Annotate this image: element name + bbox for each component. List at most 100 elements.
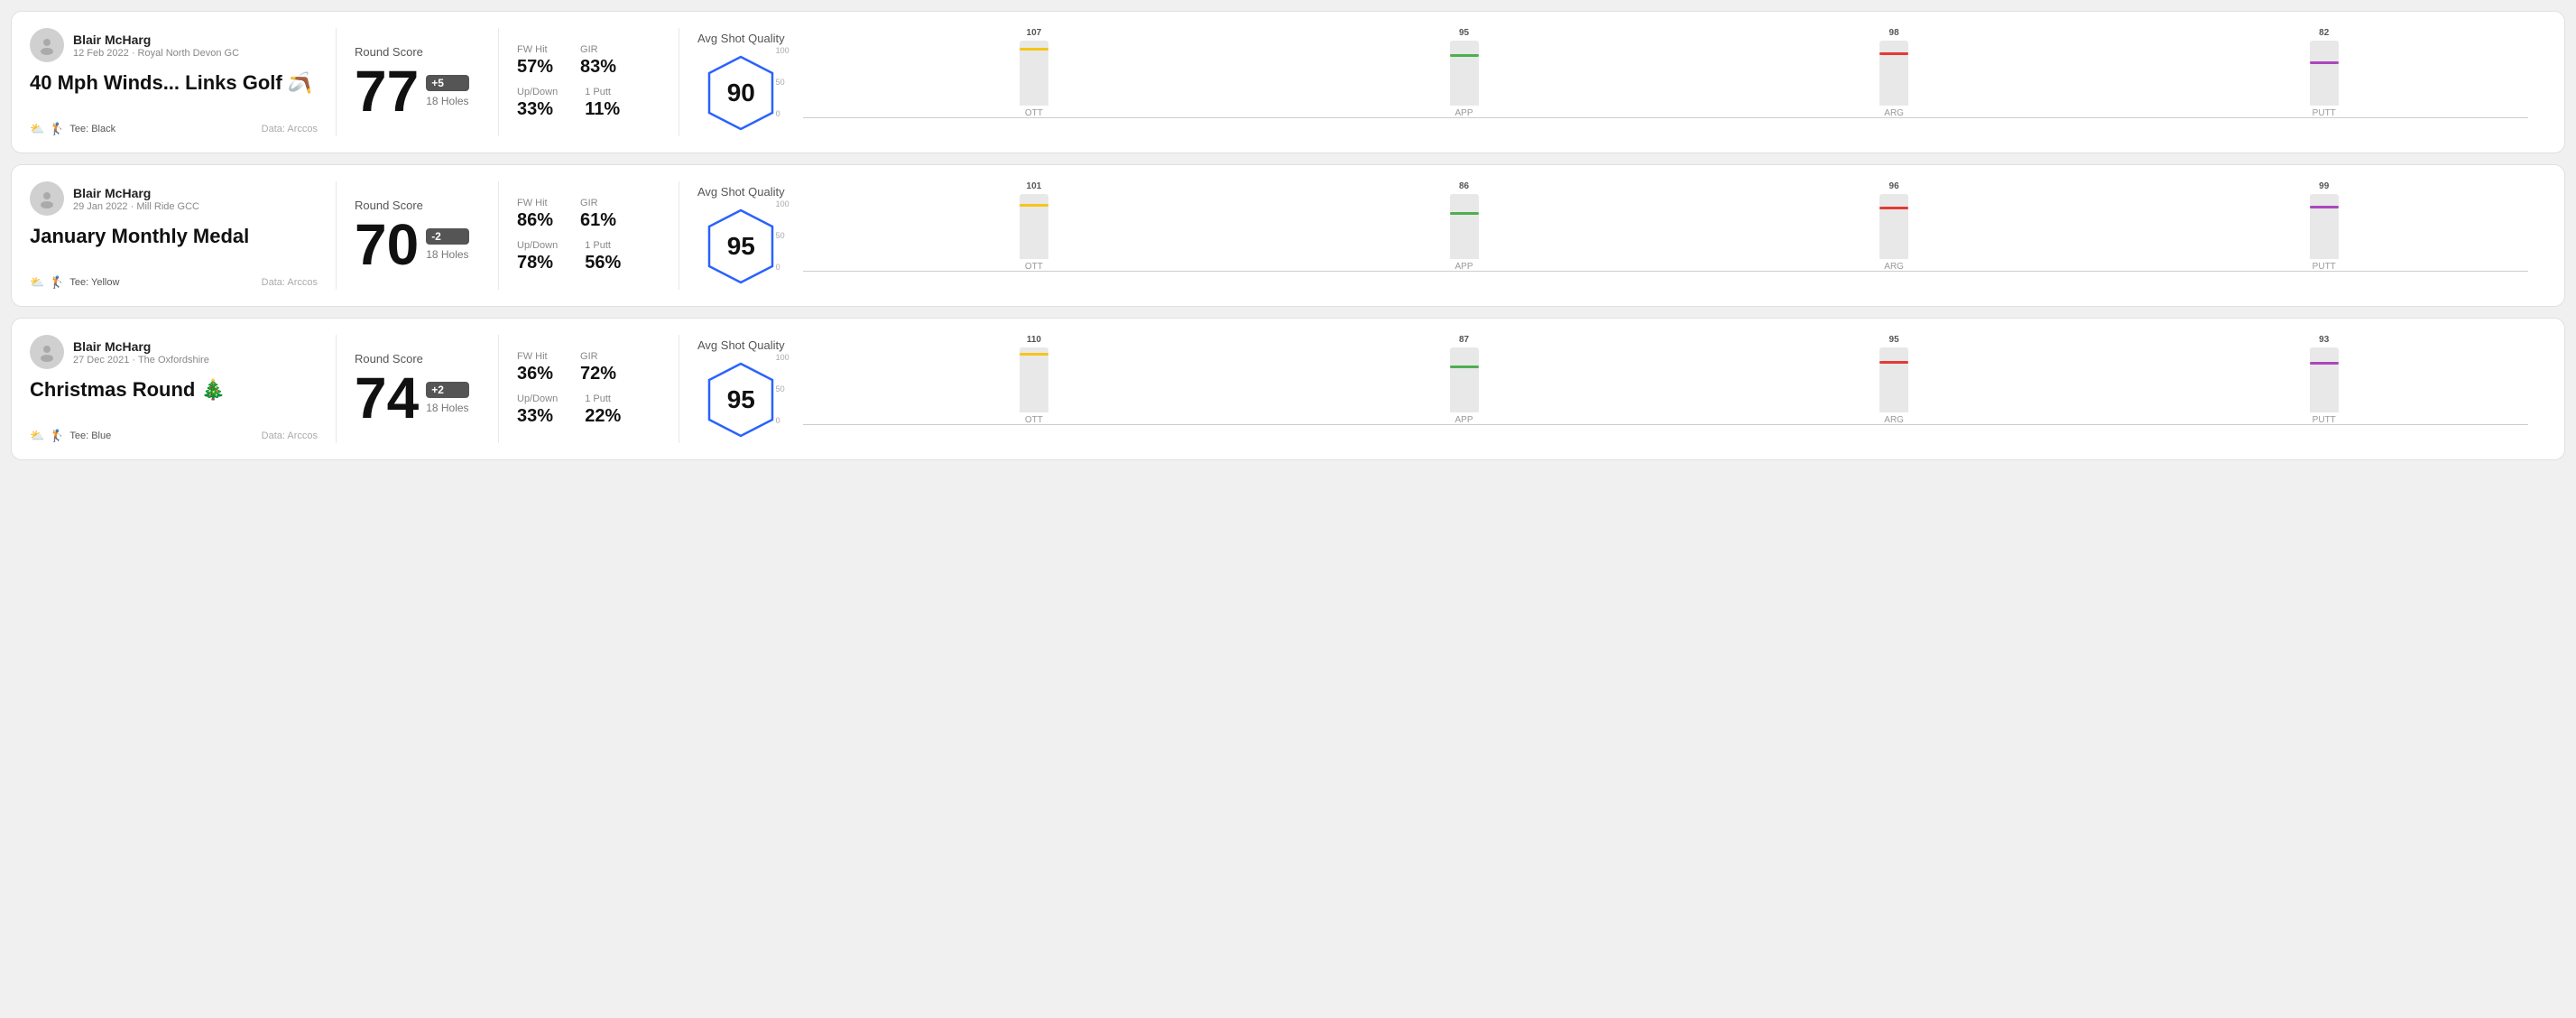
- user-meta: 12 Feb 2022 · Royal North Devon GC: [73, 48, 239, 59]
- updown-stat: Up/Down 33%: [517, 87, 558, 120]
- score-detail: +2 18 Holes: [426, 382, 468, 414]
- user-meta: 29 Jan 2022 · Mill Ride GCC: [73, 201, 199, 212]
- avatar: [30, 335, 64, 369]
- oneputt-stat: 1 Putt 22%: [585, 393, 621, 427]
- stats-row-top: FW Hit 57% GIR 83%: [517, 44, 660, 78]
- card-quality: Avg Shot Quality 95 100 50 0 101: [679, 181, 2546, 290]
- round-card: Blair McHarg 12 Feb 2022 · Royal North D…: [11, 11, 2565, 153]
- fw-hit-stat: FW Hit 86%: [517, 198, 553, 231]
- y-labels: 100 50 0: [776, 199, 789, 272]
- weather-icon: ⛅: [30, 275, 44, 290]
- fw-hit-label: FW Hit: [517, 198, 553, 208]
- bar-column: 107 OTT: [830, 28, 1239, 118]
- bag-icon: 🏌️: [50, 275, 64, 290]
- user-header: Blair McHarg 12 Feb 2022 · Royal North D…: [30, 28, 318, 62]
- updown-value: 33%: [517, 406, 558, 427]
- user-name: Blair McHarg: [73, 339, 209, 354]
- stats-row-bottom: Up/Down 33% 1 Putt 11%: [517, 87, 660, 120]
- holes-text: 18 Holes: [426, 95, 468, 107]
- bar-value: 101: [1027, 181, 1042, 191]
- user-meta: 27 Dec 2021 · The Oxfordshire: [73, 355, 209, 366]
- score-row: 74 +2 18 Holes: [355, 369, 480, 427]
- score-badge: +2: [426, 382, 468, 398]
- fw-hit-stat: FW Hit 36%: [517, 351, 553, 384]
- gir-value: 61%: [580, 210, 616, 231]
- user-info: Blair McHarg 27 Dec 2021 · The Oxfordshi…: [73, 339, 209, 366]
- card-left: Blair McHarg 29 Jan 2022 · Mill Ride GCC…: [30, 181, 337, 290]
- bar-wrapper: [1450, 41, 1479, 106]
- bar-column: 99 PUTT: [2119, 181, 2528, 272]
- round-card: Blair McHarg 27 Dec 2021 · The Oxfordshi…: [11, 318, 2565, 460]
- bar-value: 110: [1027, 335, 1041, 345]
- fw-hit-label: FW Hit: [517, 44, 553, 55]
- data-source: Data: Arccos: [262, 124, 318, 134]
- user-info: Blair McHarg 29 Jan 2022 · Mill Ride GCC: [73, 186, 199, 212]
- tee-info: ⛅ 🏌️ Tee: Yellow: [30, 275, 119, 290]
- fw-hit-label: FW Hit: [517, 351, 553, 362]
- score-detail: +5 18 Holes: [426, 75, 468, 107]
- oneputt-label: 1 Putt: [585, 240, 621, 251]
- score-number: 77: [355, 62, 419, 120]
- bar-column: 82 PUTT: [2119, 28, 2528, 118]
- score-label: Round Score: [355, 199, 480, 212]
- bar-value: 107: [1027, 28, 1042, 38]
- hexagon-container: 95: [700, 359, 781, 440]
- card-left: Blair McHarg 27 Dec 2021 · The Oxfordshi…: [30, 335, 337, 443]
- card-quality: Avg Shot Quality 95 100 50 0 110: [679, 335, 2546, 443]
- score-number: 70: [355, 216, 419, 273]
- card-left: Blair McHarg 12 Feb 2022 · Royal North D…: [30, 28, 337, 136]
- hexagon-score: 95: [727, 385, 755, 414]
- bar-wrapper: [1020, 194, 1048, 259]
- bar-column: 96 ARG: [1690, 181, 2099, 272]
- updown-stat: Up/Down 78%: [517, 240, 558, 273]
- card-score: Round Score 70 -2 18 Holes: [337, 181, 499, 290]
- bar-value: 95: [1889, 335, 1899, 345]
- tee-label: Tee: Blue: [69, 430, 111, 441]
- quality-label: Avg Shot Quality: [697, 32, 785, 45]
- oneputt-stat: 1 Putt 56%: [585, 240, 621, 273]
- updown-value: 33%: [517, 99, 558, 120]
- chart-baseline: [803, 424, 2528, 425]
- card-score: Round Score 77 +5 18 Holes: [337, 28, 499, 136]
- card-footer: ⛅ 🏌️ Tee: Blue Data: Arccos: [30, 429, 318, 443]
- gir-stat: GIR 72%: [580, 351, 616, 384]
- updown-label: Up/Down: [517, 240, 558, 251]
- stats-row-bottom: Up/Down 33% 1 Putt 22%: [517, 393, 660, 427]
- user-header: Blair McHarg 29 Jan 2022 · Mill Ride GCC: [30, 181, 318, 216]
- round-title: 40 Mph Winds... Links Golf 🪃: [30, 71, 318, 95]
- bar-value: 96: [1889, 181, 1899, 191]
- updown-stat: Up/Down 33%: [517, 393, 558, 427]
- bar-wrapper: [1450, 194, 1479, 259]
- bag-icon: 🏌️: [50, 122, 64, 136]
- gir-value: 83%: [580, 57, 616, 78]
- card-quality: Avg Shot Quality 90 100 50 0 107: [679, 28, 2546, 136]
- quality-left: Avg Shot Quality 95: [697, 338, 785, 440]
- score-badge: -2: [426, 228, 468, 245]
- tee-info: ⛅ 🏌️ Tee: Black: [30, 122, 115, 136]
- gir-label: GIR: [580, 351, 616, 362]
- bar-value: 87: [1459, 335, 1469, 345]
- y-labels: 100 50 0: [776, 46, 789, 118]
- weather-icon: ⛅: [30, 122, 44, 136]
- score-row: 70 -2 18 Holes: [355, 216, 480, 273]
- score-label: Round Score: [355, 45, 480, 59]
- data-source: Data: Arccos: [262, 430, 318, 441]
- chart-baseline: [803, 271, 2528, 272]
- bar-value: 86: [1459, 181, 1469, 191]
- oneputt-label: 1 Putt: [585, 87, 620, 97]
- bar-column: 95 ARG: [1690, 335, 2099, 425]
- bar-wrapper: [1450, 347, 1479, 412]
- bag-icon: 🏌️: [50, 429, 64, 443]
- gir-stat: GIR 61%: [580, 198, 616, 231]
- bar-chart: 100 50 0 107 OTT 95: [803, 28, 2528, 136]
- bar-column: 110 OTT: [830, 335, 1239, 425]
- bar-wrapper: [1879, 194, 1908, 259]
- score-detail: -2 18 Holes: [426, 228, 468, 261]
- score-label: Round Score: [355, 352, 480, 366]
- tee-info: ⛅ 🏌️ Tee: Blue: [30, 429, 111, 443]
- fw-hit-value: 86%: [517, 210, 553, 231]
- holes-text: 18 Holes: [426, 248, 468, 261]
- user-name: Blair McHarg: [73, 32, 239, 47]
- card-score: Round Score 74 +2 18 Holes: [337, 335, 499, 443]
- stats-row-top: FW Hit 36% GIR 72%: [517, 351, 660, 384]
